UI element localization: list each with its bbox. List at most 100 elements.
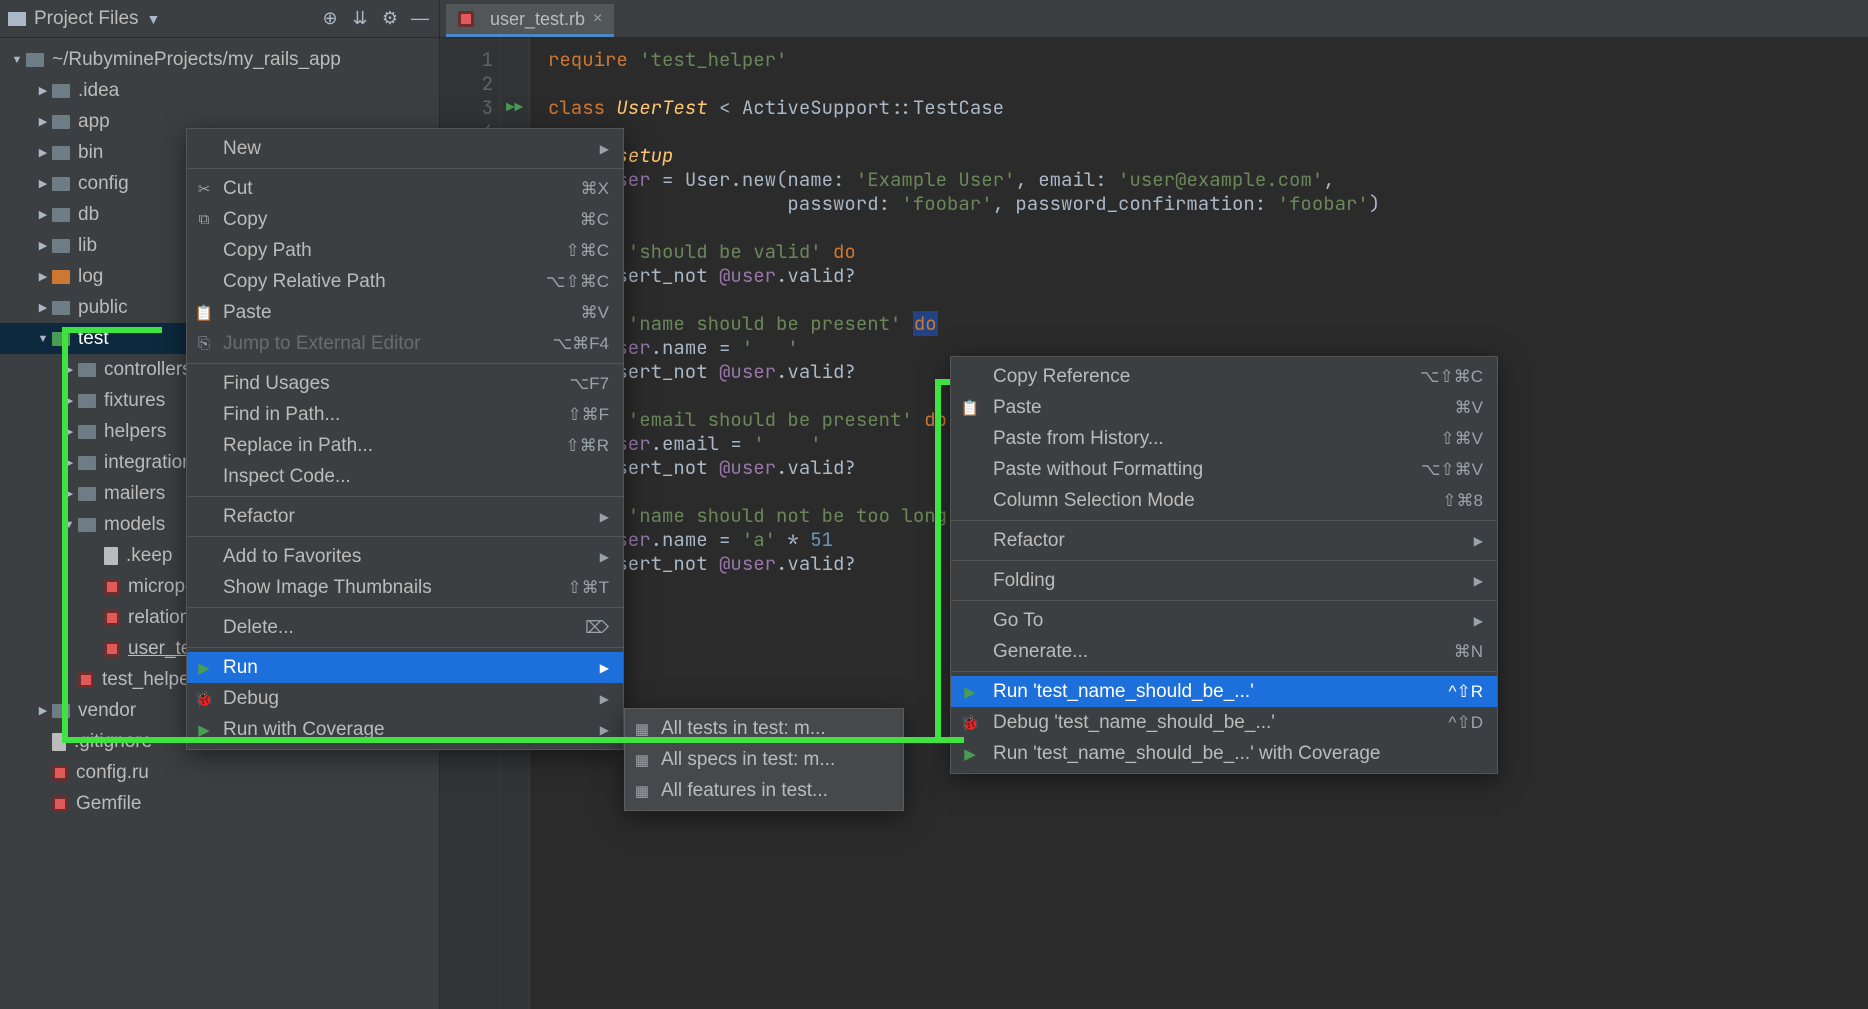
- collapse-icon[interactable]: ⇊: [349, 8, 371, 30]
- ruby-file-icon: [52, 765, 68, 781]
- tree-context-item[interactable]: Show Image Thumbnails⇧⌘T: [187, 572, 623, 603]
- editor-context-item[interactable]: Copy Reference⌥⇧⌘C: [951, 361, 1497, 392]
- ruby-file-icon: [458, 11, 474, 27]
- tree-context-item[interactable]: ▶Run▶: [187, 652, 623, 683]
- context-menu-tree[interactable]: New▶✂Cut⌘X⧉Copy⌘CCopy Path⇧⌘CCopy Relati…: [186, 128, 624, 750]
- editor-context-item[interactable]: 📋Paste⌘V: [951, 392, 1497, 423]
- shortcut-label: ⌥F7: [570, 374, 609, 394]
- menu-item-label: Jump to External Editor: [223, 333, 553, 355]
- tree-context-item[interactable]: Refactor▶: [187, 501, 623, 532]
- tree-context-item[interactable]: Find in Path...⇧⌘F: [187, 399, 623, 430]
- tree-item[interactable]: ▶.idea: [0, 75, 439, 106]
- folder-icon: [78, 363, 96, 377]
- tree-label: .gitignore: [74, 731, 152, 753]
- chevron-down-icon[interactable]: ▼: [147, 11, 161, 27]
- run-submenu-item[interactable]: ▦All specs in test: m...: [625, 744, 903, 775]
- tree-context-item[interactable]: ⧉Copy⌘C: [187, 204, 623, 235]
- target-icon[interactable]: ⊕: [319, 8, 341, 30]
- editor-context-item[interactable]: 🐞Debug 'test_name_should_be_...'^⇧D: [951, 707, 1497, 738]
- context-submenu-run[interactable]: ▦All tests in test: m...▦All specs in te…: [624, 708, 904, 811]
- tree-context-item[interactable]: 📋Paste⌘V: [187, 297, 623, 328]
- context-separator: [951, 600, 1497, 601]
- menu-item-label: Copy Relative Path: [223, 271, 546, 293]
- shortcut-label: ^⇧R: [1449, 682, 1484, 702]
- tree-context-item[interactable]: New▶: [187, 133, 623, 164]
- menu-item-label: Replace in Path...: [223, 435, 565, 457]
- ruby-file-icon: [104, 579, 120, 595]
- menu-item-icon: ▦: [633, 782, 651, 800]
- tree-label: Gemfile: [76, 793, 141, 815]
- shortcut-label: ^⇧D: [1449, 713, 1484, 733]
- folder-icon: [78, 456, 96, 470]
- tree-label: config.ru: [76, 762, 149, 784]
- shortcut-label: ⌘X: [581, 179, 609, 199]
- tree-context-item[interactable]: Replace in Path...⇧⌘R: [187, 430, 623, 461]
- editor-tabs: user_test.rb ×: [440, 0, 1868, 38]
- menu-item-label: Generate...: [993, 641, 1454, 663]
- tree-context-item[interactable]: Copy Path⇧⌘C: [187, 235, 623, 266]
- run-line-icon[interactable]: ▶▶: [500, 96, 529, 120]
- menu-item-icon: ▶: [195, 721, 213, 739]
- run-submenu-item[interactable]: ▦All features in test...: [625, 775, 903, 806]
- context-separator: [187, 496, 623, 497]
- editor-context-item[interactable]: Paste from History...⇧⌘V: [951, 423, 1497, 454]
- file-icon: [52, 733, 66, 751]
- menu-item-label: Column Selection Mode: [993, 490, 1442, 512]
- chevron-right-icon: ▶: [1474, 614, 1483, 628]
- folder-icon: [52, 704, 70, 718]
- folder-icon: [78, 518, 96, 532]
- tree-context-item[interactable]: ✂Cut⌘X: [187, 173, 623, 204]
- editor-context-item[interactable]: Folding▶: [951, 565, 1497, 596]
- chevron-right-icon: ▶: [1474, 534, 1483, 548]
- close-icon[interactable]: ×: [593, 10, 602, 28]
- gear-icon[interactable]: ⚙: [379, 8, 401, 30]
- editor-context-item[interactable]: Go To▶: [951, 605, 1497, 636]
- tree-context-item[interactable]: Copy Relative Path⌥⇧⌘C: [187, 266, 623, 297]
- tree-label: log: [78, 266, 103, 288]
- editor-context-item[interactable]: Column Selection Mode⇧⌘8: [951, 485, 1497, 516]
- context-separator: [187, 363, 623, 364]
- folder-icon: [78, 394, 96, 408]
- folder-icon: [52, 208, 70, 222]
- shortcut-label: ⌥⇧⌘V: [1421, 460, 1483, 480]
- tree-context-item: ⎘Jump to External Editor⌥⌘F4: [187, 328, 623, 359]
- menu-item-label: Paste: [223, 302, 581, 324]
- tree-context-item[interactable]: Find Usages⌥F7: [187, 368, 623, 399]
- menu-item-label: Find Usages: [223, 373, 570, 395]
- project-title[interactable]: Project Files: [34, 8, 139, 30]
- tree-context-item[interactable]: Inspect Code...: [187, 461, 623, 492]
- tree-label: app: [78, 111, 110, 133]
- tree-context-item[interactable]: Add to Favorites▶: [187, 541, 623, 572]
- folder-icon: [78, 487, 96, 501]
- hide-icon[interactable]: —: [409, 8, 431, 30]
- chevron-right-icon: ▶: [1474, 574, 1483, 588]
- tree-root[interactable]: ▼~/RubymineProjects/my_rails_app: [0, 44, 439, 75]
- tree-context-item[interactable]: 🐞Debug▶: [187, 683, 623, 714]
- folder-icon: [52, 301, 70, 315]
- context-menu-editor[interactable]: Copy Reference⌥⇧⌘C📋Paste⌘VPaste from His…: [950, 356, 1498, 774]
- tree-label: vendor: [78, 700, 136, 722]
- editor-context-item[interactable]: Paste without Formatting⌥⇧⌘V: [951, 454, 1497, 485]
- folder-icon: [52, 239, 70, 253]
- editor-context-item[interactable]: Generate...⌘N: [951, 636, 1497, 667]
- tree-item[interactable]: ▶Gemfile: [0, 788, 439, 819]
- tree-label: fixtures: [104, 390, 165, 412]
- tree-label: integration: [104, 452, 193, 474]
- shortcut-label: ⌘V: [581, 303, 609, 323]
- menu-item-label: Inspect Code...: [223, 466, 609, 488]
- editor-tab-user-test[interactable]: user_test.rb ×: [446, 4, 614, 37]
- context-separator: [187, 607, 623, 608]
- editor-tab-label: user_test.rb: [490, 9, 585, 30]
- chevron-right-icon: ▶: [600, 142, 609, 156]
- tree-context-item[interactable]: Delete...⌦: [187, 612, 623, 643]
- menu-item-label: Paste from History...: [993, 428, 1440, 450]
- editor-context-item[interactable]: Refactor▶: [951, 525, 1497, 556]
- chevron-right-icon: ▶: [600, 510, 609, 524]
- run-submenu-item[interactable]: ▦All tests in test: m...: [625, 713, 903, 744]
- editor-context-item[interactable]: ▶Run 'test_name_should_be_...' with Cove…: [951, 738, 1497, 769]
- editor-context-item[interactable]: ▶Run 'test_name_should_be_...'^⇧R: [951, 676, 1497, 707]
- tree-context-item[interactable]: ▶Run with Coverage▶: [187, 714, 623, 745]
- tree-item[interactable]: ▶config.ru: [0, 757, 439, 788]
- project-toolbar: Project Files ▼ ⊕ ⇊ ⚙ —: [0, 0, 440, 38]
- menu-item-label: Add to Favorites: [223, 546, 590, 568]
